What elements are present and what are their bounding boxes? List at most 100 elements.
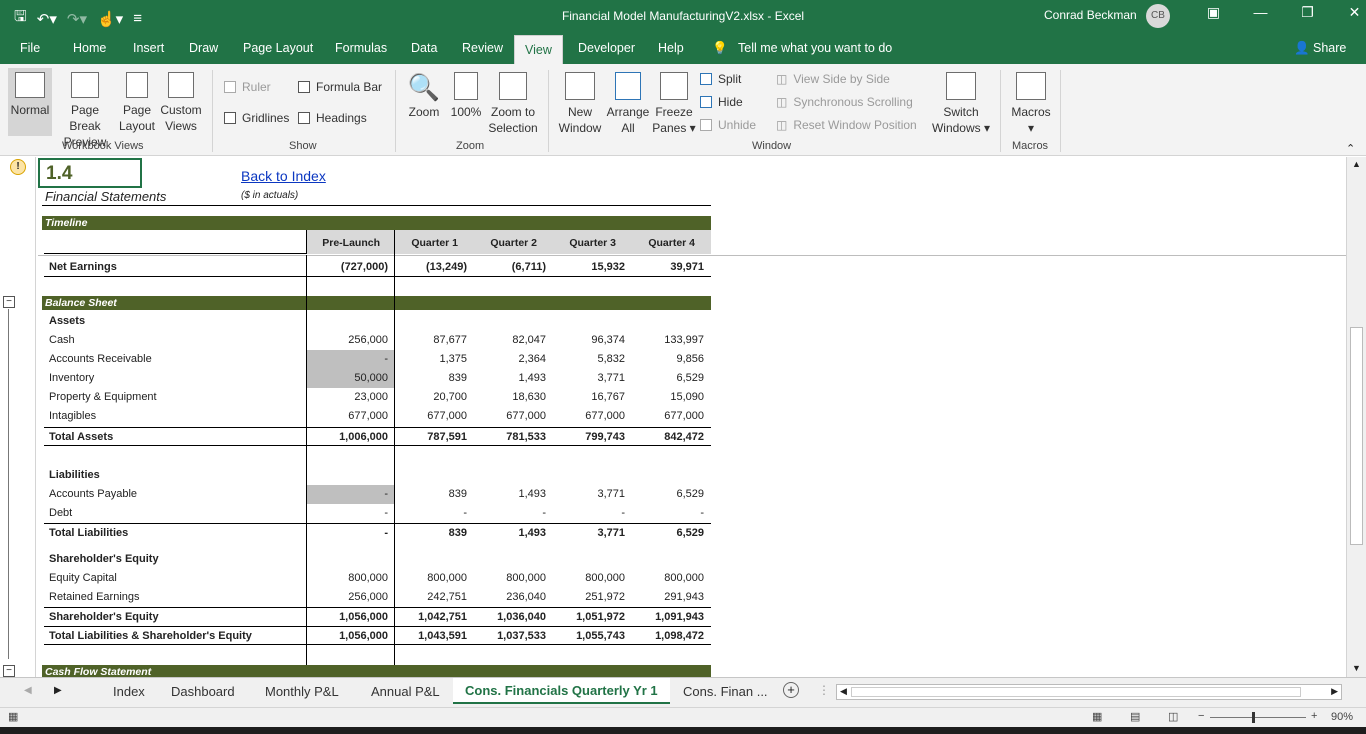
zoom-to-selection-button[interactable]: Zoom to Selection [486,72,540,136]
cell-value[interactable]: 1,036,040 [468,611,546,623]
cell-value[interactable]: 800,000 [547,572,625,584]
cell-value[interactable]: 50,000 [310,372,388,384]
scroll-thumb[interactable] [1350,327,1363,545]
cell-value[interactable]: 677,000 [389,410,467,422]
cell-value[interactable]: 677,000 [310,410,388,422]
page-break-view-icon[interactable]: ◫ [1168,710,1178,723]
cell-value[interactable]: 6,529 [626,527,704,539]
reset-window-position-button[interactable]: ◫ Reset Window Position [776,118,917,132]
cell-value[interactable]: 800,000 [389,572,467,584]
split-button[interactable]: Split [700,72,741,86]
cell-value[interactable]: - [310,527,388,539]
vertical-scrollbar[interactable]: ▲ ▼ [1346,157,1366,677]
zoom-level[interactable]: 90% [1331,711,1353,723]
scroll-left-icon[interactable]: ◀ [840,686,847,697]
cell-value[interactable]: 3,771 [547,527,625,539]
tab-page-layout[interactable]: Page Layout [243,41,313,55]
cell-value[interactable]: 18,630 [468,391,546,403]
new-window-button[interactable]: New Window [556,72,604,136]
outline-collapse-icon[interactable]: − [3,665,15,677]
cell-value[interactable]: 1,098,472 [626,630,704,642]
cell-value[interactable]: 800,000 [468,572,546,584]
sheet-tab-cons-quarterly[interactable]: Cons. Financials Quarterly Yr 1 [453,678,670,704]
cell-value[interactable]: 251,972 [547,591,625,603]
tab-home[interactable]: Home [73,41,106,55]
cell-value[interactable]: 799,743 [547,431,625,443]
cell-value[interactable]: 6,529 [626,372,704,384]
cell-value[interactable]: 1,493 [468,372,546,384]
close-icon[interactable]: ✕ [1331,4,1366,21]
cell-value[interactable]: - [310,488,388,500]
zoom-100-button[interactable]: 100% [448,72,484,120]
sheet-tab-dashboard[interactable]: Dashboard [171,684,235,699]
headings-checkbox[interactable]: Headings [298,111,367,125]
cell-value[interactable]: (727,000) [310,261,388,273]
cell-value[interactable]: 39,971 [626,261,704,273]
ribbon-display-icon[interactable]: ▣ [1190,4,1237,21]
cell-value[interactable]: 1,056,000 [310,611,388,623]
cell-value[interactable]: 800,000 [310,572,388,584]
user-name[interactable]: Conrad Beckman [1044,8,1137,22]
cell-value[interactable]: 5,832 [547,353,625,365]
cell-value[interactable]: 1,043,591 [389,630,467,642]
cell-value[interactable]: - [389,507,467,519]
scroll-right-icon[interactable]: ▶ [1331,686,1338,697]
cell-value[interactable]: 1,055,743 [547,630,625,642]
sheet-tab-index[interactable]: Index [113,684,145,699]
cell-value[interactable]: 82,047 [468,334,546,346]
view-side-by-side-button[interactable]: ◫ View Side by Side [776,72,890,86]
tab-help[interactable]: Help [658,41,684,55]
collapse-ribbon-icon[interactable]: ⌃ [1346,142,1355,155]
cell-value[interactable]: 781,533 [468,431,546,443]
cell-value[interactable]: - [626,507,704,519]
cell-value[interactable]: (6,711) [468,261,546,273]
unhide-button[interactable]: Unhide [700,118,756,132]
cell-value[interactable]: 1,493 [468,527,546,539]
page-layout-view-button[interactable]: Page Layout [117,72,157,134]
normal-view-button[interactable]: Normal [8,68,52,136]
cell-value[interactable]: - [310,507,388,519]
zoom-slider-thumb[interactable] [1252,712,1255,723]
cell-value[interactable]: 256,000 [310,591,388,603]
cell-value[interactable]: 800,000 [626,572,704,584]
cell-value[interactable]: 6,529 [626,488,704,500]
horizontal-scrollbar[interactable]: ◀ ▶ [836,684,1342,700]
arrange-all-button[interactable]: Arrange All [606,72,650,136]
cell-value[interactable]: 242,751 [389,591,467,603]
macros-button[interactable]: Macros ▾ [1008,72,1054,136]
cell-value[interactable]: 256,000 [310,334,388,346]
cell-value[interactable]: 96,374 [547,334,625,346]
cell-value[interactable]: 839 [389,488,467,500]
h-scroll-thumb[interactable] [851,687,1301,697]
cell-value[interactable]: 2,364 [468,353,546,365]
tab-developer[interactable]: Developer [578,41,635,55]
zoom-slider[interactable] [1210,717,1306,718]
page-break-preview-button[interactable]: Page Break Preview [55,72,115,150]
cell-value[interactable]: 133,997 [626,334,704,346]
synchronous-scrolling-button[interactable]: ◫ Synchronous Scrolling [776,95,913,109]
tell-me-search[interactable]: Tell me what you want to do [738,41,892,55]
share-button[interactable]: Share [1313,41,1346,55]
cell-value[interactable]: 20,700 [389,391,467,403]
cell-value[interactable]: 236,040 [468,591,546,603]
page-layout-view-icon[interactable]: ▤ [1130,710,1140,723]
scroll-down-icon[interactable]: ▼ [1352,663,1361,673]
cell-value[interactable]: 87,677 [389,334,467,346]
tab-draw[interactable]: Draw [189,41,218,55]
minimize-icon[interactable]: — [1237,4,1284,21]
cell-value[interactable]: 3,771 [547,372,625,384]
cell-value[interactable]: 1,042,751 [389,611,467,623]
cell-value[interactable]: 291,943 [626,591,704,603]
cell-value[interactable]: 23,000 [310,391,388,403]
cell-value[interactable]: 677,000 [547,410,625,422]
ruler-checkbox[interactable]: Ruler [224,80,271,94]
cell-value[interactable]: 839 [389,372,467,384]
selected-cell[interactable]: 1.4 [38,158,142,188]
cell-value[interactable]: - [547,507,625,519]
cell-value[interactable]: 1,051,972 [547,611,625,623]
back-to-index-link[interactable]: Back to Index [241,168,326,184]
avatar[interactable]: CB [1146,4,1170,28]
warning-icon[interactable]: ! [10,159,26,175]
cell-value[interactable]: - [468,507,546,519]
cell-value[interactable]: 1,056,000 [310,630,388,642]
